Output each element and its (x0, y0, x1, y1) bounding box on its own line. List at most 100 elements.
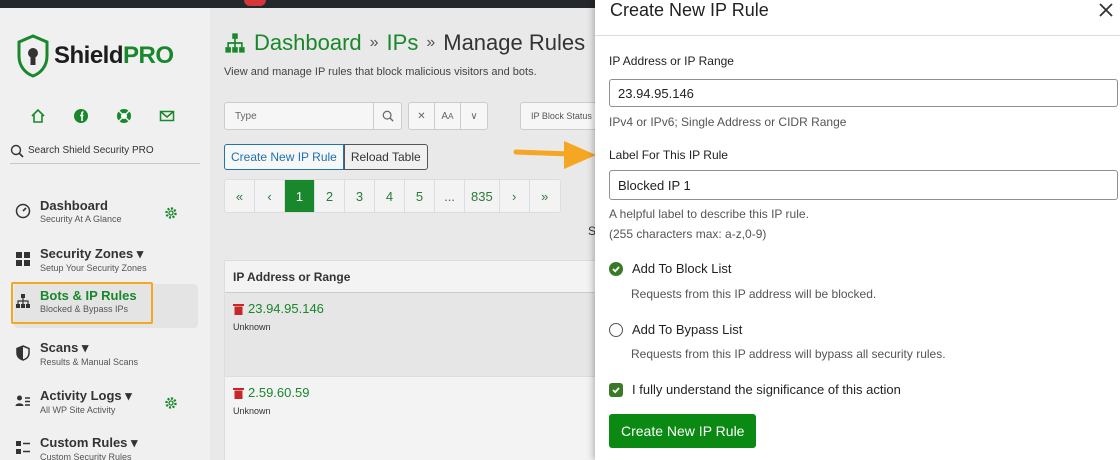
ip-address-input[interactable]: 23.94.95.146 (609, 79, 1118, 107)
sidebar-item-title: Security Zones ▾ (40, 246, 144, 261)
page-link[interactable]: 3 (345, 180, 375, 212)
clear-icon[interactable]: ✕ (409, 103, 435, 129)
page-prev[interactable]: ‹ (255, 180, 285, 212)
rules-icon (14, 439, 32, 457)
sidebar-item-scans[interactable]: Scans ▾ Results & Manual Scans (14, 336, 198, 380)
search-icon[interactable] (373, 103, 401, 129)
trash-icon[interactable] (233, 387, 244, 399)
page-link[interactable]: 2 (315, 180, 345, 212)
page-ellipsis: ... (435, 180, 465, 212)
ip-rules-table: IP Address or Range 23.94.95.146 Unknown… (224, 260, 600, 460)
sidebar-item-title: Scans ▾ (40, 340, 89, 355)
breadcrumb-separator: » (369, 34, 379, 51)
modal-header: Create New IP Rule (595, 0, 1120, 36)
rule-label-help: A helpful label to describe this IP rule… (609, 207, 809, 221)
brand-pro: PRO (123, 42, 174, 69)
checkbox-checked-icon[interactable] (609, 382, 623, 397)
network-icon (225, 33, 245, 53)
trash-icon[interactable] (233, 303, 244, 315)
gear-icon[interactable] (164, 396, 178, 415)
sidebar-item-subtitle: Security At A Glance (40, 214, 122, 224)
support-icon[interactable] (114, 106, 134, 126)
shield-icon (14, 344, 32, 362)
chevron-down-icon[interactable]: ∨ (461, 103, 487, 129)
block-list-option[interactable]: Add To Block List (609, 261, 731, 276)
sidebar-item-activity-logs[interactable]: Activity Logs ▾ All WP Site Activity (14, 384, 198, 428)
shield-logo-icon (17, 34, 49, 78)
block-status-label: IP Block Status (531, 111, 592, 121)
sidebar-item-title: Custom Rules ▾ (40, 435, 138, 450)
sidebar: ShieldPRO Search Shield Security PRO Das… (0, 8, 210, 460)
create-ip-rule-button[interactable]: Create New IP Rule (224, 144, 344, 170)
sidebar-item-subtitle: Custom Security Rules (40, 452, 132, 460)
rule-label-input[interactable]: Blocked IP 1 (609, 170, 1118, 200)
sidebar-search[interactable]: Search Shield Security PRO (10, 138, 200, 164)
page-link[interactable]: 5 (405, 180, 435, 212)
page-first[interactable]: « (225, 180, 255, 212)
table-row: 2.59.60.59 Unknown (225, 377, 599, 460)
block-list-label: Add To Block List (632, 261, 732, 276)
filter-tools: ✕ AA ∨ (408, 102, 488, 130)
sidebar-item-dashboard[interactable]: Dashboard Security At A Glance (14, 194, 198, 238)
breadcrumb-separator: » (426, 34, 436, 51)
page-current[interactable]: 1 (285, 180, 315, 212)
confirm-checkbox-option[interactable]: I fully understand the significance of t… (609, 382, 901, 397)
breadcrumb: Dashboard » IPs » Manage Rules (224, 30, 585, 56)
page-next[interactable]: › (500, 180, 530, 212)
ip-address-link[interactable]: 23.94.95.146 (248, 301, 324, 316)
page-link[interactable]: 4 (375, 180, 405, 212)
page-title: Manage Rules (443, 30, 586, 55)
rule-label-label: Label For This IP Rule (609, 148, 728, 162)
top-bar (0, 0, 600, 8)
filter-row: Type ✕ AA ∨ (224, 102, 488, 130)
block-status-filter[interactable]: IP Block Status (520, 102, 600, 130)
page-last-number[interactable]: 835 (465, 180, 500, 212)
search-icon (10, 144, 24, 158)
notification-dot (244, 0, 266, 6)
breadcrumb-ips[interactable]: IPs (387, 30, 419, 56)
action-buttons: Create New IP Rule Reload Table (224, 144, 428, 170)
ip-location: Unknown (233, 322, 271, 332)
create-ip-rule-modal: Create New IP Rule IP Address or IP Rang… (595, 0, 1120, 460)
main-content: Dashboard » IPs » Manage Rules View and … (210, 8, 600, 460)
ip-address-link[interactable]: 2.59.60.59 (248, 385, 309, 400)
sidebar-item-subtitle: Setup Your Security Zones (40, 263, 147, 273)
create-ip-rule-submit-button[interactable]: Create New IP Rule (609, 414, 757, 448)
facebook-icon[interactable] (71, 106, 91, 126)
rule-label-limit: (255 characters max: a-z,0-9) (609, 227, 767, 241)
ip-address-help: IPv4 or IPv6; Single Address or CIDR Ran… (609, 115, 847, 129)
speedometer-icon (14, 202, 32, 220)
column-header-ip[interactable]: IP Address or Range (225, 261, 599, 293)
logo: ShieldPRO (16, 34, 174, 78)
confirm-label: I fully understand the significance of t… (632, 382, 901, 397)
radio-checked-icon[interactable] (609, 261, 623, 276)
reload-table-button[interactable]: Reload Table (343, 144, 428, 170)
mail-icon[interactable] (157, 106, 177, 126)
ip-address-label: IP Address or IP Range (609, 54, 734, 68)
grid-icon (14, 250, 32, 268)
radio-unchecked-icon[interactable] (609, 322, 623, 337)
breadcrumb-dashboard[interactable]: Dashboard (254, 30, 362, 56)
type-placeholder: Type (235, 110, 257, 122)
pagination: « ‹ 1 2 3 4 5 ... 835 › » (224, 179, 561, 213)
bypass-list-label: Add To Bypass List (632, 322, 743, 337)
sidebar-item-security-zones[interactable]: Security Zones ▾ Setup Your Security Zone… (14, 242, 198, 286)
table-row: 23.94.95.146 Unknown (225, 293, 599, 377)
sidebar-search-placeholder: Search Shield Security PRO (28, 145, 154, 156)
ip-location: Unknown (233, 406, 271, 416)
sidebar-item-custom-rules[interactable]: Custom Rules ▾ Custom Security Rules (14, 431, 198, 460)
bypass-list-description: Requests from this IP address will bypas… (631, 347, 946, 361)
home-icon[interactable] (28, 106, 48, 126)
type-filter-input[interactable]: Type (224, 102, 402, 130)
bypass-list-option[interactable]: Add To Bypass List (609, 322, 742, 337)
sidebar-item-subtitle: Results & Manual Scans (40, 357, 139, 367)
quick-icons (28, 106, 177, 126)
user-list-icon (14, 392, 32, 410)
gear-icon[interactable] (164, 206, 178, 225)
close-icon[interactable] (1096, 0, 1116, 20)
sidebar-item-title: Activity Logs ▾ (40, 388, 132, 403)
highlight-box (11, 282, 153, 324)
page-last[interactable]: » (530, 180, 560, 212)
brand-shield: Shield (54, 42, 124, 69)
case-sensitive-icon[interactable]: AA (435, 103, 461, 129)
